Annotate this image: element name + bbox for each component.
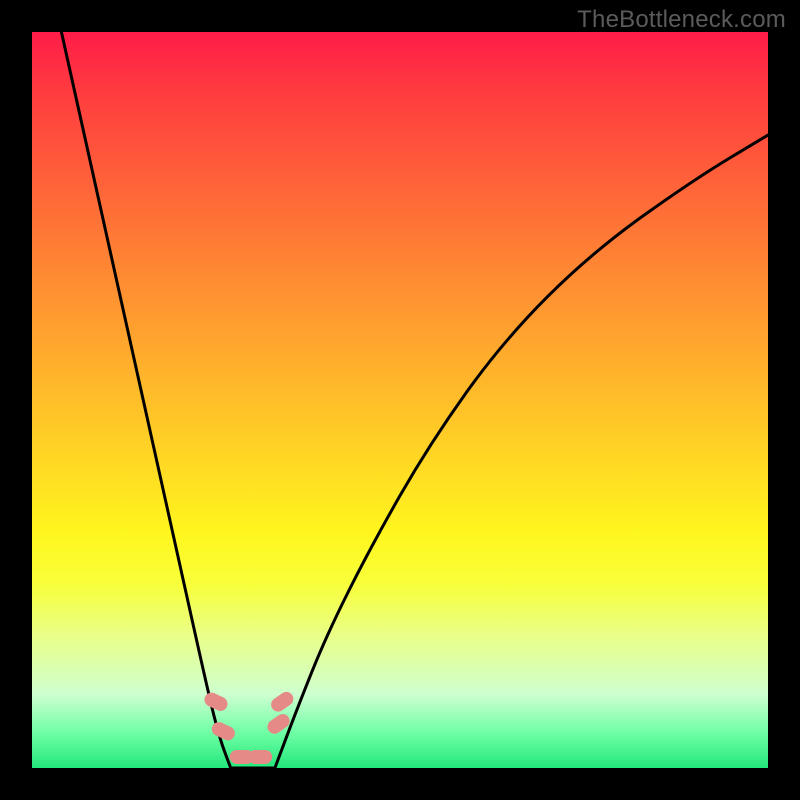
data-marker-3 [248, 750, 272, 764]
data-marker-5 [268, 689, 296, 714]
data-marker-1 [210, 720, 238, 743]
curve-right-branch [275, 135, 768, 768]
curve-left-branch [61, 32, 230, 768]
chart-frame: TheBottleneck.com [0, 0, 800, 800]
data-marker-0 [202, 690, 230, 713]
bottleneck-curve [32, 32, 768, 768]
watermark-text: TheBottleneck.com [577, 6, 786, 34]
plot-area [32, 32, 768, 768]
